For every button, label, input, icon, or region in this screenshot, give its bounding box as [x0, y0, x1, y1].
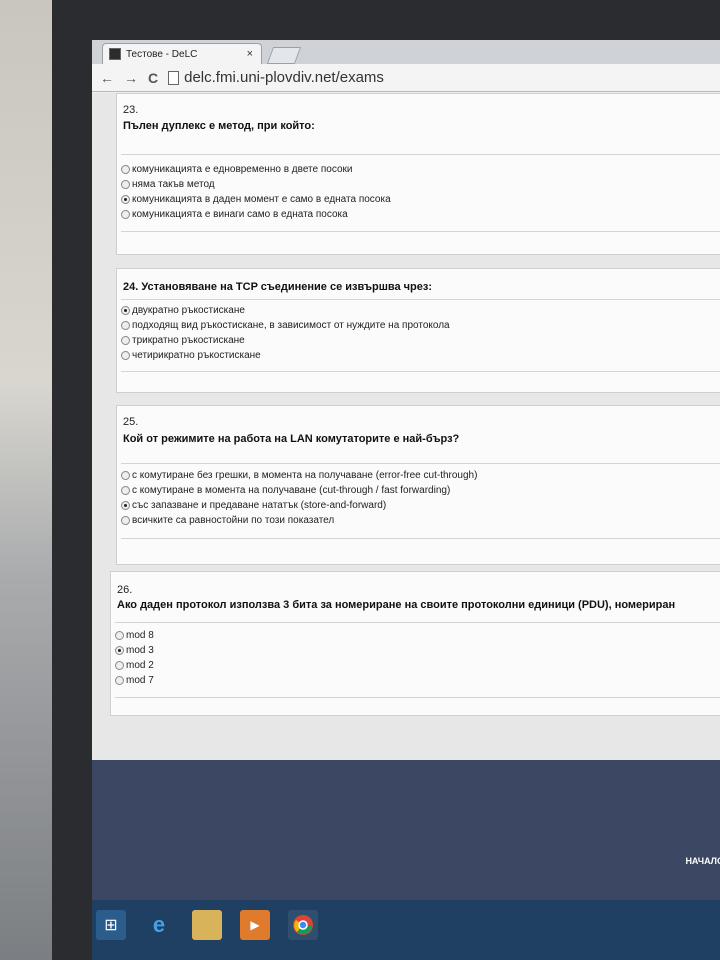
file-explorer-icon[interactable] [192, 910, 222, 940]
answer-option[interactable]: mod 7 [115, 675, 154, 686]
question-card-23: 23. Пълен дуплекс е метод, при който: ко… [116, 93, 720, 255]
radio-button[interactable] [121, 210, 130, 219]
page-footer: НАЧАЛО [92, 760, 720, 900]
home-link[interactable]: НАЧАЛО [685, 856, 720, 866]
question-card-24: 24. Установяване на TCP съединение се из… [116, 268, 720, 393]
answer-label: всичките са равностойни по този показате… [132, 515, 335, 526]
question-text: 24. Установяване на TCP съединение се из… [123, 281, 432, 293]
question-card-26: 26. Ако даден протокол използва 3 бита з… [110, 571, 720, 716]
forward-icon[interactable]: → [124, 70, 138, 86]
url-text: delc.fmi.uni-plovdiv.net/exams [184, 69, 384, 86]
answer-option[interactable]: комуникацията в даден момент е само в ед… [121, 194, 391, 205]
answer-label: комуникацията в даден момент е само в ед… [132, 194, 391, 205]
radio-button[interactable] [121, 486, 130, 495]
divider [121, 371, 720, 372]
question-card-25: 25. Кой от режимите на работа на LAN ком… [116, 405, 720, 565]
answer-option[interactable]: няма такъв метод [121, 179, 215, 190]
answer-label: комуникацията е винаги само в едната пос… [132, 209, 348, 220]
answer-option[interactable]: четирикратно ръкостискане [121, 350, 261, 361]
answer-label: mod 2 [126, 660, 154, 671]
answer-option[interactable]: mod 2 [115, 660, 154, 671]
answer-option[interactable]: с комутиране в момента на получаване (cu… [121, 485, 450, 496]
question-text: Пълен дуплекс е метод, при който: [123, 120, 315, 132]
internet-explorer-icon[interactable]: e [144, 910, 174, 940]
divider [121, 154, 720, 155]
answer-option[interactable]: комуникацията е винаги само в едната пос… [121, 209, 348, 220]
url-field[interactable]: delc.fmi.uni-plovdiv.net/exams [168, 69, 384, 86]
tab-title: Тестове - DeLC [126, 48, 198, 60]
answer-label: двукратно ръкостискане [132, 305, 245, 316]
answer-option[interactable]: трикратно ръкостискане [121, 335, 245, 346]
divider [115, 697, 720, 698]
radio-button[interactable] [115, 661, 124, 670]
answer-option[interactable]: mod 8 [115, 630, 154, 641]
radio-button[interactable] [121, 321, 130, 330]
radio-button-selected[interactable] [121, 501, 130, 510]
radio-button-selected[interactable] [121, 195, 130, 204]
media-player-icon[interactable]: ▶ [240, 910, 270, 940]
radio-button[interactable] [121, 471, 130, 480]
radio-button[interactable] [121, 351, 130, 360]
question-number: 26. [117, 584, 133, 596]
question-text-content: Установяване на TCP съединение се извърш… [141, 281, 433, 293]
question-text: Кой от режимите на работа на LAN комутат… [123, 433, 460, 445]
answer-label: с комутиране в момента на получаване (cu… [132, 485, 451, 496]
page-icon [168, 70, 180, 85]
address-bar: ← → C delc.fmi.uni-plovdiv.net/exams [92, 64, 720, 92]
answer-label: със запазване и предаване нататък (store… [132, 500, 387, 511]
monitor-screen: Тестове - DeLC × ← → C delc.fmi.uni-plov… [92, 40, 720, 960]
radio-button-selected[interactable] [121, 306, 130, 315]
tab-close-icon[interactable]: × [247, 48, 253, 60]
radio-button[interactable] [121, 516, 130, 525]
back-icon[interactable]: ← [100, 70, 114, 86]
exam-page: 23. Пълен дуплекс е метод, при който: ко… [92, 93, 720, 760]
windows-taskbar: ⊞ e ▶ [92, 900, 720, 960]
answer-option[interactable]: mod 3 [115, 645, 154, 656]
answer-option[interactable]: комуникацията е едновременно в двете пос… [121, 164, 352, 175]
divider [121, 463, 720, 464]
answer-option[interactable]: всичките са равностойни по този показате… [121, 515, 334, 526]
question-number: 23. [123, 104, 139, 116]
divider [121, 299, 720, 300]
divider [121, 231, 720, 232]
answer-label: трикратно ръкостискане [132, 335, 245, 346]
browser-tabstrip: Тестове - DeLC × [92, 40, 720, 64]
radio-button[interactable] [121, 336, 130, 345]
reload-icon[interactable]: C [148, 70, 158, 86]
chrome-logo-icon [293, 915, 313, 935]
divider [115, 622, 720, 623]
question-text: Ако даден протокол използва 3 бита за но… [117, 599, 676, 611]
radio-button[interactable] [115, 676, 124, 685]
answer-label: mod 3 [126, 645, 154, 656]
answer-label: комуникацията е едновременно в двете пос… [132, 164, 353, 175]
answer-label: четирикратно ръкостискане [132, 350, 261, 361]
answer-label: с комутиране без грешки, в момента на по… [132, 470, 478, 481]
favicon-icon [109, 48, 121, 60]
question-number: 24. [123, 281, 139, 293]
answer-option[interactable]: двукратно ръкостискане [121, 305, 245, 316]
question-number: 25. [123, 416, 139, 428]
answer-label: подходящ вид ръкостискане, в зависимост … [132, 320, 450, 331]
answer-option[interactable]: с комутиране без грешки, в момента на по… [121, 470, 477, 481]
answer-option[interactable]: със запазване и предаване нататък (store… [121, 500, 386, 511]
answer-label: mod 7 [126, 675, 154, 686]
browser-tab[interactable]: Тестове - DeLC × [102, 43, 262, 64]
answer-label: няма такъв метод [132, 179, 215, 190]
divider [121, 538, 720, 539]
answer-label: mod 8 [126, 630, 154, 641]
windows-start-icon[interactable]: ⊞ [96, 910, 126, 940]
radio-button[interactable] [121, 165, 130, 174]
radio-button[interactable] [115, 631, 124, 640]
chrome-icon[interactable] [288, 910, 318, 940]
answer-option[interactable]: подходящ вид ръкостискане, в зависимост … [121, 320, 450, 331]
new-tab-button[interactable] [266, 47, 302, 64]
radio-button-selected[interactable] [115, 646, 124, 655]
radio-button[interactable] [121, 180, 130, 189]
